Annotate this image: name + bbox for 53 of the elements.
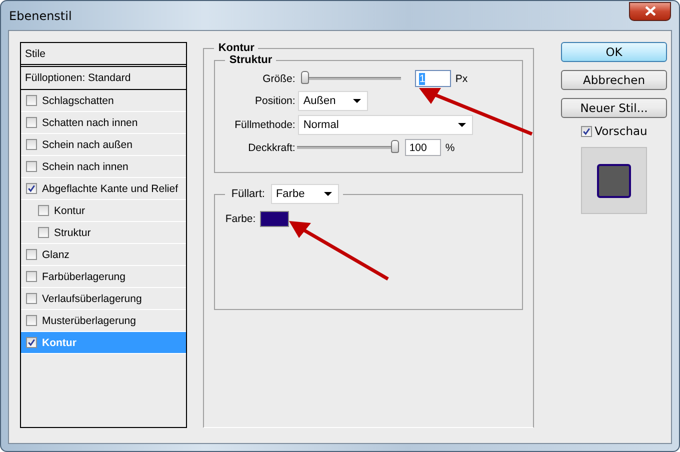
checkbox[interactable] [26, 161, 37, 172]
color-swatch[interactable] [260, 211, 289, 227]
group-title: Struktur [228, 54, 274, 66]
slider-thumb[interactable] [301, 71, 310, 84]
window-title: Ebenenstil [9, 8, 72, 22]
field-label: Deckkraft: [247, 142, 296, 154]
style-item[interactable]: Struktur [21, 222, 186, 244]
group-title: Kontur [217, 42, 256, 54]
dropdown[interactable]: Außen [298, 91, 368, 111]
caret-icon [324, 192, 332, 196]
checkbox[interactable] [26, 117, 37, 128]
caret-icon [353, 99, 362, 103]
checkbox[interactable] [38, 205, 49, 216]
field-label: Größe: [262, 72, 296, 84]
style-item[interactable]: Verlaufsüberlagerung [21, 288, 186, 310]
dialog-button[interactable]: Neuer Stil... [561, 98, 667, 118]
dialog-button[interactable]: Abbrechen [561, 70, 667, 90]
checkbox[interactable] [26, 249, 37, 260]
style-item[interactable]: Farbüberlagerung [21, 266, 186, 288]
unit-label: Px [455, 72, 468, 84]
dropdown[interactable]: Farbe [270, 184, 339, 204]
close-button[interactable] [629, 2, 671, 20]
dropdown[interactable]: Normal [298, 115, 474, 135]
style-item[interactable]: Abgeflachte Kante und Relief [21, 178, 186, 200]
unit-label: % [445, 142, 455, 154]
checkbox[interactable] [26, 337, 37, 348]
checkbox[interactable] [580, 126, 592, 136]
close-icon [644, 6, 656, 16]
checkbox[interactable] [26, 183, 37, 194]
style-item[interactable]: Schein nach innen [21, 156, 186, 178]
input-field[interactable]: 100 [405, 139, 442, 156]
checkbox-label: Vorschau [594, 124, 648, 138]
field-label: Position: [254, 95, 296, 107]
field-label: Farbe: [225, 213, 256, 225]
field-label: Füllmethode: [234, 119, 296, 131]
checkbox[interactable] [26, 293, 37, 304]
checkbox[interactable] [38, 227, 49, 238]
list-header: Stile [21, 43, 186, 67]
style-item[interactable]: Glanz [21, 244, 186, 266]
preview-square-icon [597, 164, 631, 198]
style-item[interactable]: Schatten nach innen [21, 112, 186, 134]
style-item[interactable]: Schein nach außen [21, 134, 186, 156]
checkbox[interactable] [26, 95, 37, 106]
style-item[interactable]: Kontur [21, 200, 186, 222]
slider-thumb[interactable] [391, 140, 400, 153]
field-label: Füllart: [231, 188, 265, 200]
checkbox[interactable] [26, 139, 37, 150]
blending-options-item[interactable]: Fülloptionen: Standard [21, 67, 186, 90]
caret-icon [458, 123, 466, 127]
dialog-button[interactable]: OK [561, 42, 667, 62]
style-item[interactable]: Schlagschatten [21, 90, 186, 112]
checkbox[interactable] [26, 315, 37, 326]
checkbox[interactable] [26, 271, 37, 282]
